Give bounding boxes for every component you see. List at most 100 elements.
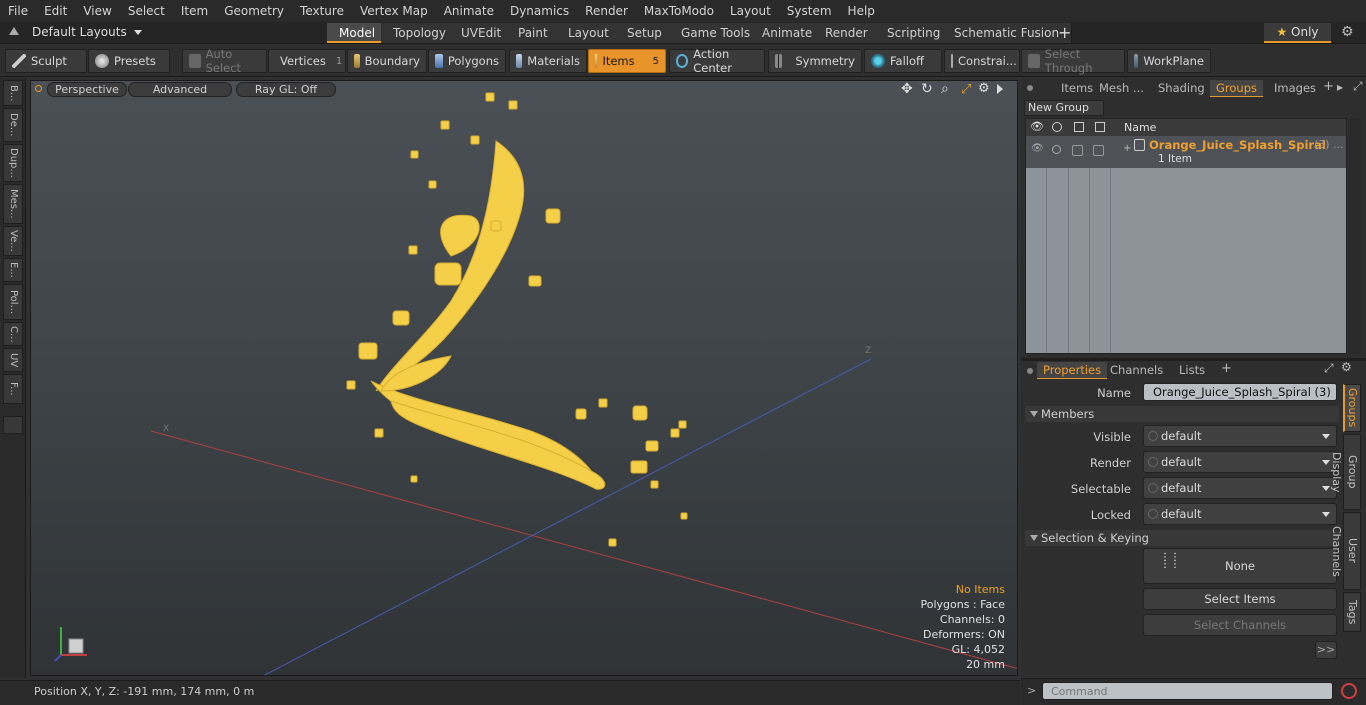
tab-game-tools[interactable]: Game Tools bbox=[669, 23, 764, 43]
expand-plus-icon[interactable]: + bbox=[1123, 143, 1131, 154]
action-center-button[interactable]: Action Center bbox=[669, 47, 765, 75]
tab-setup[interactable]: Setup bbox=[615, 23, 675, 43]
left-tab-curve[interactable]: C... bbox=[3, 322, 23, 346]
menu-select[interactable]: Select bbox=[120, 0, 173, 22]
tab-topology[interactable]: Topology bbox=[381, 23, 459, 43]
select-channels-button[interactable]: Select Channels bbox=[1143, 614, 1337, 636]
command-input[interactable] bbox=[1042, 682, 1333, 700]
props-gear-icon[interactable]: ⚙ bbox=[1341, 360, 1352, 374]
left-tab-mesh-edit[interactable]: Mes... bbox=[3, 184, 23, 224]
menu-maxtomodo[interactable]: MaxToModo bbox=[636, 0, 722, 22]
left-tab-duplicate[interactable]: Dup... bbox=[3, 144, 23, 182]
left-tab-extra[interactable] bbox=[3, 416, 23, 434]
table-row[interactable]: 👁 + Orange_Juice_Splash_Spiral (3) ... 1… bbox=[1026, 136, 1346, 168]
tab-paint[interactable]: Paint bbox=[506, 23, 561, 43]
menu-edit[interactable]: Edit bbox=[36, 0, 75, 22]
props-menu-dot-icon[interactable] bbox=[1027, 368, 1033, 374]
selection-keying-section[interactable]: Selection & Keying bbox=[1025, 530, 1339, 546]
tab-model[interactable]: Model bbox=[327, 23, 389, 43]
new-group-button[interactable]: New Group bbox=[1024, 100, 1104, 116]
3d-viewport[interactable]: Perspective Advanced Ray GL: Off ✥ ↻ ⌕ ⤢… bbox=[30, 80, 1018, 676]
tab-uvedit[interactable]: UVEdit bbox=[449, 23, 515, 43]
groups-scrollbar[interactable] bbox=[1349, 118, 1361, 354]
sculpt-button[interactable]: Sculpt bbox=[5, 49, 87, 73]
members-section[interactable]: Members bbox=[1025, 406, 1339, 422]
constraints-button[interactable]: Constrai... bbox=[944, 49, 1020, 73]
menu-vertex-map[interactable]: Vertex Map bbox=[352, 0, 436, 22]
boundary-button[interactable]: Boundary bbox=[347, 49, 427, 73]
selectable-dropdown[interactable]: default bbox=[1143, 477, 1337, 499]
keying-none-button[interactable]: ⋮⋮ ⋮⋮ None bbox=[1143, 548, 1337, 584]
menu-view[interactable]: View bbox=[75, 0, 119, 22]
left-tab-deform[interactable]: De... bbox=[3, 108, 23, 142]
falloff-button[interactable]: Falloff bbox=[864, 49, 942, 73]
add-tab-icon[interactable]: + bbox=[1058, 23, 1071, 42]
tab-mesh[interactable]: Mesh ... bbox=[1093, 80, 1150, 97]
record-macro-icon[interactable] bbox=[1341, 683, 1357, 699]
name-field[interactable]: Orange_Juice_Splash_Spiral (3) bbox=[1143, 383, 1337, 401]
workplane-button[interactable]: WorkPlane bbox=[1127, 49, 1211, 73]
tab-shading[interactable]: Shading bbox=[1152, 80, 1211, 97]
menu-render[interactable]: Render bbox=[577, 0, 636, 22]
tab-layout[interactable]: Layout bbox=[556, 23, 622, 43]
side-tab-user-channels[interactable]: User Channels bbox=[1330, 512, 1361, 590]
default-layouts-dropdown[interactable]: Default Layouts bbox=[32, 25, 142, 39]
menu-item[interactable]: Item bbox=[173, 0, 216, 22]
left-tab-basic[interactable]: B... bbox=[3, 80, 23, 106]
side-tab-groups[interactable]: Groups bbox=[1343, 384, 1361, 432]
visible-dropdown[interactable]: default bbox=[1143, 425, 1337, 447]
maximize-panel-icon[interactable]: ⤢ bbox=[1353, 79, 1363, 94]
row-selectable-checkbox[interactable] bbox=[1072, 145, 1083, 156]
left-tab-edge[interactable]: E... bbox=[3, 258, 23, 282]
lock-toggle-icon[interactable] bbox=[1095, 122, 1105, 132]
add-props-tab-icon[interactable]: + bbox=[1221, 361, 1232, 376]
menu-help[interactable]: Help bbox=[840, 0, 883, 22]
side-tab-tags[interactable]: Tags bbox=[1343, 592, 1361, 632]
tab-groups[interactable]: Groups bbox=[1210, 80, 1264, 97]
tab-schematic-fusion[interactable]: Schematic Fusion bbox=[942, 23, 1073, 43]
polygons-button[interactable]: Polygons bbox=[428, 49, 506, 73]
visibility-eye-icon[interactable]: 👁 bbox=[1030, 120, 1044, 133]
left-tab-uv[interactable]: UV bbox=[3, 348, 23, 372]
items-button[interactable]: Items 5 bbox=[588, 49, 666, 73]
tab-properties[interactable]: Properties bbox=[1037, 362, 1108, 379]
menu-system[interactable]: System bbox=[779, 0, 840, 22]
side-tab-group-display[interactable]: Group Display bbox=[1330, 434, 1361, 510]
menu-geometry[interactable]: Geometry bbox=[216, 0, 292, 22]
more-button[interactable]: >> bbox=[1315, 641, 1337, 659]
left-tab-vertex[interactable]: Ve... bbox=[3, 226, 23, 256]
render-toggle-icon[interactable] bbox=[1052, 122, 1062, 132]
row-lock-checkbox[interactable] bbox=[1093, 145, 1104, 156]
select-through-button[interactable]: Select Through bbox=[1021, 47, 1125, 75]
left-tab-polygon[interactable]: Pol... bbox=[3, 284, 23, 320]
select-items-button[interactable]: Select Items bbox=[1143, 588, 1337, 610]
add-panel-tab-icon[interactable]: + bbox=[1323, 79, 1334, 94]
only-button[interactable]: ★ Only bbox=[1264, 23, 1331, 43]
locked-dropdown[interactable]: default bbox=[1143, 503, 1337, 525]
row-render-icon[interactable] bbox=[1052, 145, 1061, 154]
layout-up-arrow-icon[interactable] bbox=[9, 27, 19, 35]
render-dropdown[interactable]: default bbox=[1143, 451, 1337, 473]
tab-lists[interactable]: Lists bbox=[1173, 362, 1211, 379]
presets-button[interactable]: Presets bbox=[88, 49, 170, 73]
panel-overflow-icon[interactable]: ▸ bbox=[1337, 80, 1343, 94]
selectable-toggle-icon[interactable] bbox=[1074, 122, 1084, 132]
menu-layout[interactable]: Layout bbox=[722, 0, 779, 22]
auto-select-button[interactable]: Auto Select bbox=[182, 47, 267, 75]
panel-menu-dot-icon[interactable] bbox=[1027, 85, 1033, 91]
symmetry-button[interactable]: Symmetry bbox=[768, 49, 862, 73]
props-maximize-icon[interactable]: ⤢ bbox=[1324, 361, 1334, 376]
menu-dynamics[interactable]: Dynamics bbox=[502, 0, 577, 22]
materials-button[interactable]: Materials bbox=[509, 49, 587, 73]
tab-channels[interactable]: Channels bbox=[1104, 362, 1169, 379]
menu-file[interactable]: File bbox=[0, 0, 36, 22]
name-column-header[interactable]: Name bbox=[1124, 121, 1156, 134]
vertices-button[interactable]: Vertices 1 bbox=[268, 49, 346, 73]
row-eye-icon[interactable]: 👁 bbox=[1031, 143, 1044, 154]
menu-animate[interactable]: Animate bbox=[436, 0, 502, 22]
left-tab-fusion[interactable]: F... bbox=[3, 374, 23, 404]
gear-icon[interactable]: ⚙ bbox=[1341, 24, 1354, 40]
menu-texture[interactable]: Texture bbox=[292, 0, 352, 22]
tab-images[interactable]: Images bbox=[1268, 80, 1322, 97]
tab-render[interactable]: Render bbox=[813, 23, 881, 43]
